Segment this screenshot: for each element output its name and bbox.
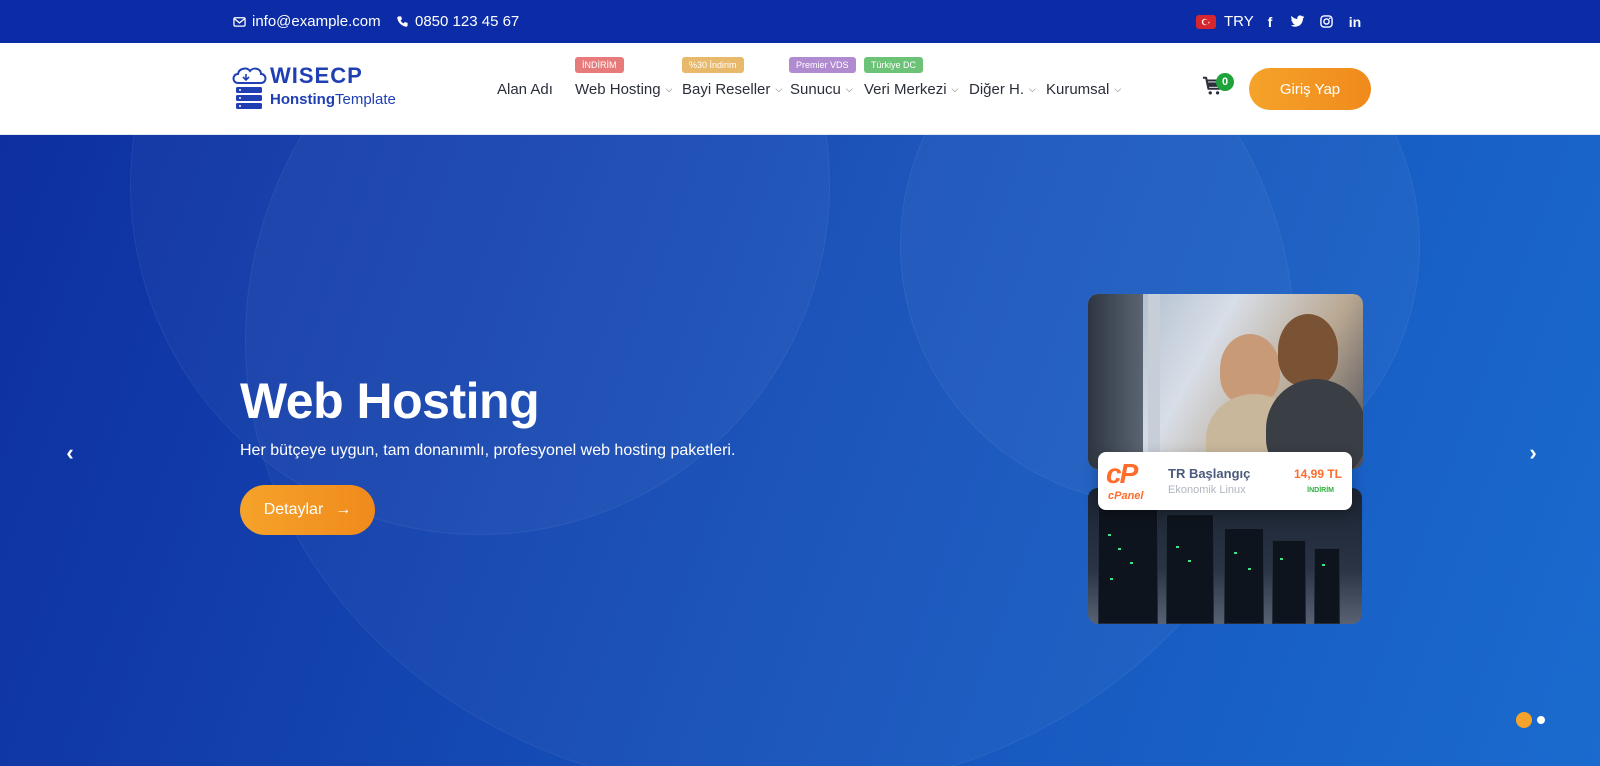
nav-veri-merkezi[interactable]: Veri Merkezi ⌵ [864,43,958,135]
phone-text: 0850 123 45 67 [415,13,520,30]
currency-label: TRY [1224,13,1254,30]
twitter-icon[interactable] [1289,0,1305,43]
arrow-right-icon: → [335,501,352,518]
nav-diger-hizmetler[interactable]: Diğer H. ⌵ [969,43,1036,135]
top-bar: info@example.com 0850 123 45 67 TRY f in [0,0,1600,43]
hero-subtitle: Her bütçeye uygun, tam donanımlı, profes… [240,442,736,459]
slider-dot-active[interactable] [1516,712,1532,728]
nav-bayi-reseller[interactable]: Bayi Reseller ⌵ [682,43,782,135]
logo-title: WISECP [270,63,363,88]
linkedin-icon[interactable]: in [1347,0,1363,43]
site-logo[interactable]: WISECP HonstingTemplate [230,63,410,119]
nav-web-hosting[interactable]: Web Hosting ⌵ [575,43,672,135]
chevron-down-icon: ⌵ [845,83,853,94]
plan-discount-badge: İNDİRİM [1307,487,1334,494]
chevron-down-icon: ⌵ [951,83,959,94]
nav-sunucu[interactable]: Sunucu ⌵ [790,43,853,135]
server-cloud-icon [232,67,267,109]
nav-alan-adi[interactable]: Alan Adı [497,43,553,135]
slider-prev-arrow[interactable]: ‹ [60,440,80,465]
email-text: info@example.com [252,13,381,30]
cpanel-logo: cP cPanel [1106,458,1144,502]
instagram-icon[interactable] [1318,0,1334,43]
chevron-down-icon: ⌵ [665,83,673,94]
facebook-icon[interactable]: f [1262,0,1278,43]
main-header: WISECP HonstingTemplate Alan Adı İNDİRİM… [0,43,1600,135]
cart-count-badge: 0 [1216,73,1234,91]
hero-title: Web Hosting [240,373,540,429]
nav-kurumsal[interactable]: Kurumsal ⌵ [1046,43,1121,135]
plan-name: TR Başlangıç [1168,466,1251,481]
datacenter-technicians-image [1088,294,1363,469]
plan-price: 14,99 TL [1293,467,1342,481]
login-button[interactable]: Giriş Yap [1249,68,1371,110]
price-card[interactable]: cP cPanel TR Başlangıç Ekonomik Linux 14… [1098,452,1352,510]
chevron-down-icon: ⌵ [775,83,783,94]
envelope-icon [232,15,246,29]
phone-link[interactable]: 0850 123 45 67 [395,0,519,43]
logo-subtitle: HonstingTemplate [270,91,396,108]
slider-next-arrow[interactable]: › [1523,440,1543,465]
details-button[interactable]: Detaylar → [240,485,375,535]
email-link[interactable]: info@example.com [232,0,381,43]
turkey-flag-icon [1196,14,1216,29]
chevron-down-icon: ⌵ [1029,83,1036,94]
slider-dot[interactable] [1537,716,1545,724]
currency-selector[interactable]: TRY [1196,0,1254,43]
slider-pagination [1516,712,1545,728]
chevron-down-icon: ⌵ [1114,83,1122,94]
phone-icon [395,15,409,29]
plan-description: Ekonomik Linux [1168,484,1246,496]
